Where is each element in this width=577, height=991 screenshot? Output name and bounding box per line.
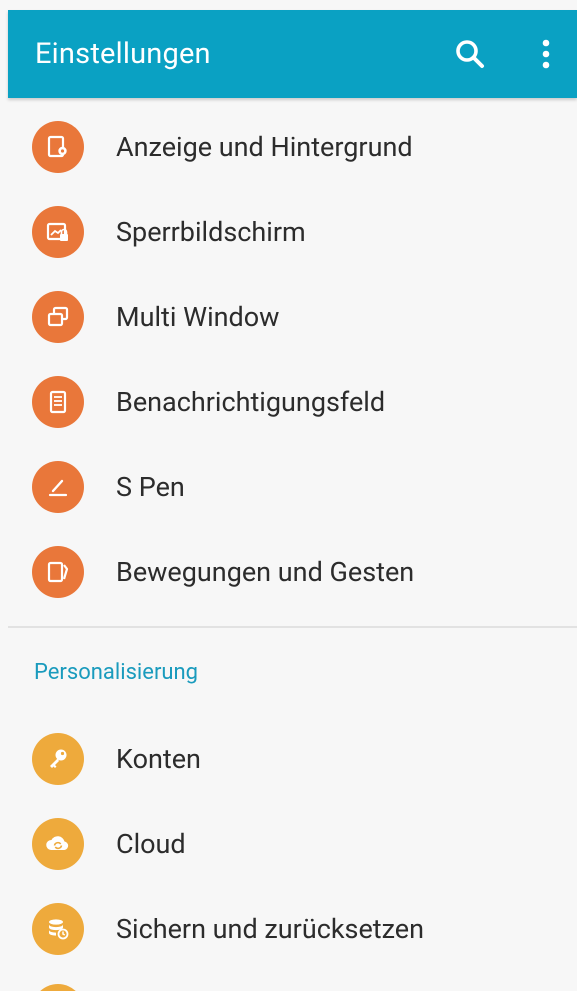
multi-window-icon	[32, 291, 84, 343]
cloud-sync-icon	[32, 818, 84, 870]
search-button[interactable]	[446, 30, 494, 78]
app-bar: Einstellungen	[8, 10, 577, 98]
settings-item-notification-panel[interactable]: Benachrichtigungsfeld	[0, 360, 577, 445]
settings-item-label: Bewegungen und Gesten	[116, 556, 415, 588]
key-icon	[32, 733, 84, 785]
settings-item-label: Cloud	[116, 828, 186, 860]
s-pen-icon	[32, 461, 84, 513]
settings-item-label: Sperrbildschirm	[116, 216, 306, 248]
settings-item-backup-reset[interactable]: Sichern und zurücksetzen	[0, 887, 577, 972]
motions-gestures-icon	[32, 546, 84, 598]
backup-reset-icon	[32, 903, 84, 955]
page-title: Einstellungen	[35, 37, 211, 71]
section-divider	[8, 626, 577, 628]
settings-item-motions[interactable]: Bewegungen und Gesten	[0, 530, 577, 615]
settings-item-label: Multi Window	[116, 301, 280, 333]
display-wallpaper-icon	[32, 121, 84, 173]
settings-item-accounts[interactable]: Konten	[0, 717, 577, 802]
lock-screen-icon	[32, 206, 84, 258]
settings-item-label: Benachrichtigungsfeld	[116, 386, 386, 418]
more-options-button[interactable]	[522, 30, 570, 78]
settings-item-multi-window[interactable]: Multi Window	[0, 275, 577, 360]
settings-item-display[interactable]: Anzeige und Hintergrund	[0, 105, 577, 190]
section-header-personalization: Personalisierung	[34, 660, 199, 685]
settings-screen: Einstellungen Anzeige und Hintergrund Sp…	[0, 0, 577, 991]
settings-item-s-pen[interactable]: S Pen	[0, 445, 577, 530]
settings-item-label: Konten	[116, 743, 201, 775]
settings-item-label: Sichern und zurücksetzen	[116, 913, 425, 945]
settings-item-label: Anzeige und Hintergrund	[116, 131, 413, 163]
next-item-icon	[32, 984, 84, 991]
settings-item-lock-screen[interactable]: Sperrbildschirm	[0, 190, 577, 275]
settings-item-label: S Pen	[116, 471, 185, 503]
settings-item-cloud[interactable]: Cloud	[0, 802, 577, 887]
search-icon	[456, 40, 484, 68]
more-vert-icon	[542, 39, 550, 69]
notification-panel-icon	[32, 376, 84, 428]
